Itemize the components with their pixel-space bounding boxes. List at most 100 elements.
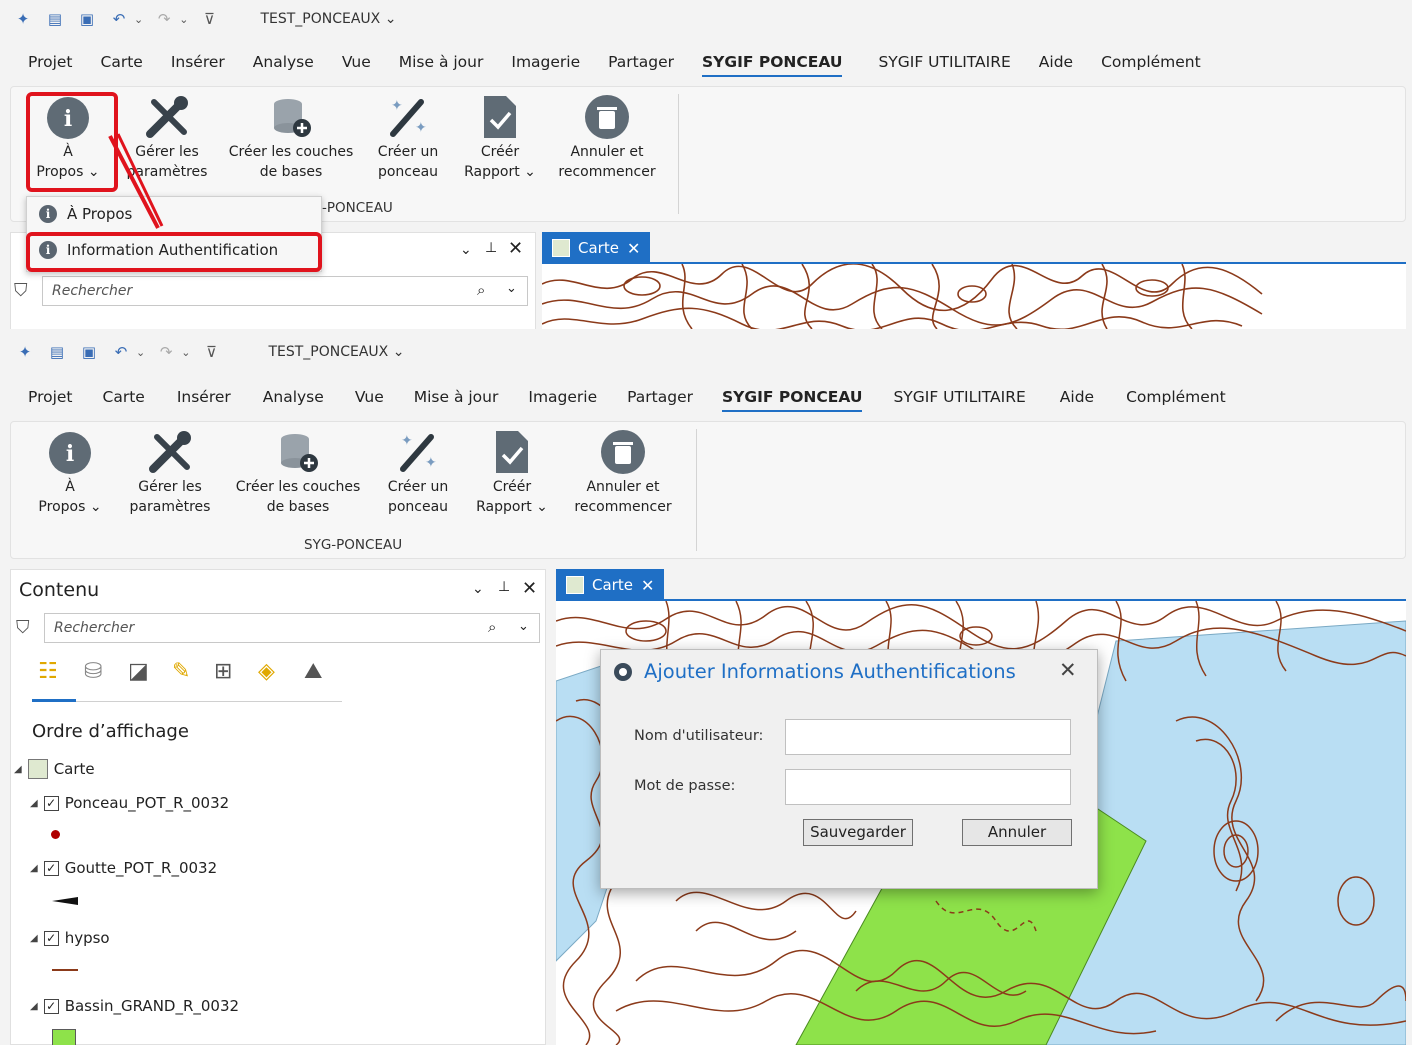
annuler-recommencer-button[interactable]: Annuler et recommencer bbox=[552, 94, 662, 182]
pin-icon[interactable]: ⊥ bbox=[485, 240, 497, 256]
menu-analyse[interactable]: Analyse bbox=[239, 41, 328, 83]
project-title-text: TEST_PONCEAUX bbox=[268, 344, 389, 360]
cancel-button[interactable]: Annuler bbox=[962, 819, 1072, 846]
customize-qat-icon[interactable]: ⊽ bbox=[198, 9, 220, 29]
redo-icon[interactable]: ↷ bbox=[153, 9, 175, 29]
close-pane-icon[interactable]: ✕ bbox=[522, 578, 537, 599]
menu-aide[interactable]: Aide bbox=[1043, 376, 1111, 418]
close-pane-icon[interactable]: ✕ bbox=[508, 238, 523, 259]
apropos-button[interactable]: i À Propos ⌄ bbox=[32, 429, 108, 517]
search-icon[interactable]: ⌕ bbox=[488, 618, 496, 636]
menu-inserer[interactable]: Insérer bbox=[157, 41, 239, 83]
map-tab-top[interactable]: Carte ✕ bbox=[542, 232, 651, 264]
search-icon[interactable]: ⌕ bbox=[477, 281, 485, 299]
new-project-icon[interactable]: ✦ bbox=[12, 9, 34, 29]
menu-imagerie[interactable]: Imagerie bbox=[513, 376, 612, 418]
menu-analyse[interactable]: Analyse bbox=[247, 376, 340, 418]
menu-mise-a-jour[interactable]: Mise à jour bbox=[385, 41, 498, 83]
layer-hypso[interactable]: ◢ ✓ hypso bbox=[30, 929, 110, 947]
creer-couches-button[interactable]: Créer les couches de bases bbox=[232, 429, 364, 517]
list-by-editing-icon[interactable]: ✎ bbox=[172, 659, 190, 684]
menu-aide[interactable]: Aide bbox=[1025, 41, 1087, 83]
menu-vue[interactable]: Vue bbox=[328, 41, 385, 83]
open-project-icon[interactable]: ▤ bbox=[44, 9, 66, 29]
pane-options-icon[interactable]: ⌄ bbox=[460, 242, 472, 258]
menu-complement[interactable]: Complément bbox=[1111, 376, 1241, 418]
close-tab-icon[interactable]: ✕ bbox=[641, 576, 654, 595]
expand-icon[interactable]: ◢ bbox=[30, 1001, 38, 1012]
menu-carte[interactable]: Carte bbox=[87, 41, 157, 83]
menu-projet[interactable]: Projet bbox=[14, 41, 87, 83]
map-node[interactable]: ◢ Carte bbox=[14, 759, 95, 779]
save-project-icon[interactable]: ▣ bbox=[78, 342, 100, 362]
redo-dropdown-icon[interactable]: ⌄ bbox=[179, 13, 188, 26]
creer-ponceau-button[interactable]: ✦ ✦ Créer un ponceau bbox=[366, 94, 450, 182]
list-by-selection-icon[interactable]: ◪ bbox=[128, 659, 149, 684]
redo-dropdown-icon[interactable]: ⌄ bbox=[181, 346, 190, 359]
close-tab-icon[interactable]: ✕ bbox=[627, 239, 640, 258]
undo-dropdown-icon[interactable]: ⌄ bbox=[136, 346, 145, 359]
contents-search-input[interactable]: Rechercher bbox=[44, 613, 540, 643]
contents-search-input[interactable]: Rechercher bbox=[42, 276, 528, 306]
username-input[interactable] bbox=[785, 719, 1071, 755]
layer-bassin[interactable]: ◢ ✓ Bassin_GRAND_R_0032 bbox=[30, 997, 239, 1015]
list-by-snapping-icon[interactable]: ⊞ bbox=[214, 659, 232, 684]
menu-inserer[interactable]: Insérer bbox=[161, 376, 247, 418]
menu-sygif-ponceau[interactable]: SYGIF PONCEAU bbox=[688, 41, 856, 83]
gerer-parametres-button[interactable]: Gérer les paramètres bbox=[126, 429, 214, 517]
filter-icon[interactable]: ⛉ bbox=[14, 280, 28, 301]
menu-partager[interactable]: Partager bbox=[594, 41, 688, 83]
new-project-icon[interactable]: ✦ bbox=[14, 342, 36, 362]
creer-ponceau-button[interactable]: ✦ ✦ Créer un ponceau bbox=[376, 429, 460, 517]
creer-rapport-button[interactable]: Créér Rapport ⌄ bbox=[470, 429, 554, 517]
save-button[interactable]: Sauvegarder bbox=[803, 819, 913, 846]
menu-mise-a-jour[interactable]: Mise à jour bbox=[399, 376, 514, 418]
search-dropdown-icon[interactable]: ⌄ bbox=[518, 619, 529, 634]
list-by-perspective-icon[interactable]: ⛰ bbox=[304, 659, 322, 684]
layer-visibility-checkbox[interactable]: ✓ bbox=[43, 795, 59, 811]
dialog-close-icon[interactable]: ✕ bbox=[1059, 658, 1077, 682]
undo-dropdown-icon[interactable]: ⌄ bbox=[134, 13, 143, 26]
menu-partager[interactable]: Partager bbox=[612, 376, 708, 418]
creer-rapport-button[interactable]: Créér Rapport ⌄ bbox=[458, 94, 542, 182]
expand-icon[interactable]: ◢ bbox=[30, 863, 38, 874]
layer-ponceau[interactable]: ◢ ✓ Ponceau_POT_R_0032 bbox=[30, 794, 229, 812]
menu-sygif-ponceau[interactable]: SYGIF PONCEAU bbox=[708, 376, 876, 418]
layer-visibility-checkbox[interactable]: ✓ bbox=[43, 860, 59, 876]
pane-options-icon[interactable]: ⌄ bbox=[472, 581, 484, 597]
expand-icon[interactable]: ◢ bbox=[30, 933, 38, 944]
customize-qat-icon[interactable]: ⊽ bbox=[200, 342, 222, 362]
database-add-icon bbox=[274, 99, 311, 137]
list-by-labeling-icon[interactable]: ◈ bbox=[258, 659, 275, 684]
layer-visibility-checkbox[interactable]: ✓ bbox=[43, 930, 59, 946]
list-by-drawing-order-icon[interactable]: ☷ bbox=[38, 659, 58, 684]
menu-projet[interactable]: Projet bbox=[14, 376, 87, 418]
list-by-source-icon[interactable]: ⛁ bbox=[84, 659, 102, 684]
project-title[interactable]: TEST_PONCEAUX ⌄ bbox=[260, 11, 396, 27]
layer-goutte[interactable]: ◢ ✓ Goutte_POT_R_0032 bbox=[30, 859, 217, 877]
undo-icon[interactable]: ↶ bbox=[110, 342, 132, 362]
password-input[interactable] bbox=[785, 769, 1071, 805]
pin-icon[interactable]: ⊥ bbox=[498, 579, 510, 595]
menu-sygif-utilitaire[interactable]: SYGIF UTILITAIRE bbox=[876, 376, 1042, 418]
menu-complement[interactable]: Complément bbox=[1087, 41, 1215, 83]
search-dropdown-icon[interactable]: ⌄ bbox=[506, 281, 517, 296]
map-tab[interactable]: Carte ✕ bbox=[556, 569, 665, 601]
apropos-label-1: À bbox=[65, 479, 75, 495]
expand-icon[interactable]: ◢ bbox=[14, 764, 22, 775]
apropos-label-2: Propos ⌄ bbox=[38, 499, 102, 515]
menu-vue[interactable]: Vue bbox=[340, 376, 399, 418]
save-project-icon[interactable]: ▣ bbox=[76, 9, 98, 29]
open-project-icon[interactable]: ▤ bbox=[46, 342, 68, 362]
project-title[interactable]: TEST_PONCEAUX ⌄ bbox=[268, 344, 404, 360]
layer-visibility-checkbox[interactable]: ✓ bbox=[43, 998, 59, 1014]
menu-carte[interactable]: Carte bbox=[87, 376, 161, 418]
menu-imagerie[interactable]: Imagerie bbox=[497, 41, 594, 83]
expand-icon[interactable]: ◢ bbox=[30, 798, 38, 809]
redo-icon[interactable]: ↷ bbox=[155, 342, 177, 362]
filter-icon[interactable]: ⛉ bbox=[16, 617, 30, 638]
menu-sygif-utilitaire[interactable]: SYGIF UTILITAIRE bbox=[864, 41, 1024, 83]
creer-couches-button[interactable]: Créer les couches de bases bbox=[226, 94, 356, 182]
undo-icon[interactable]: ↶ bbox=[108, 9, 130, 29]
annuler-recommencer-button[interactable]: Annuler et recommencer bbox=[566, 429, 680, 517]
